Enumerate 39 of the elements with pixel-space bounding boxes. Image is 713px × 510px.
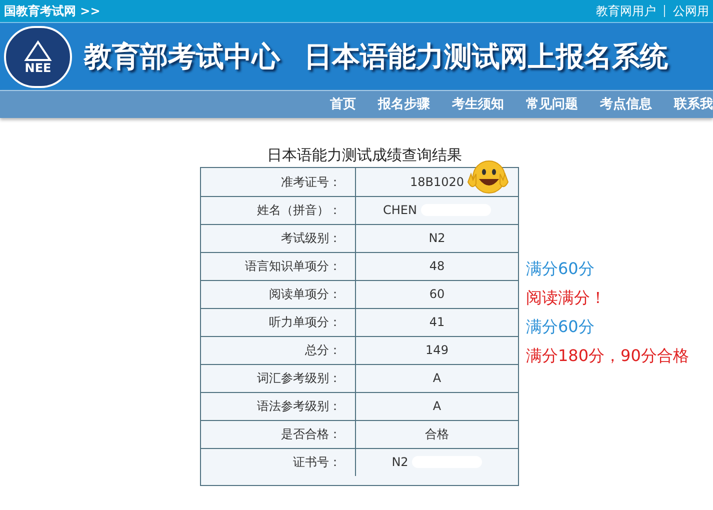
nav-link[interactable]: 报名步骤: [378, 94, 430, 114]
annotation-note: 满分60分: [526, 316, 594, 338]
header-title: 教育部考试中心: [84, 38, 280, 74]
annotation-note: 满分60分: [526, 258, 594, 280]
field-value: 41: [429, 314, 445, 331]
field-value: 18B1020: [410, 174, 464, 190]
nav-link[interactable]: 首页: [330, 94, 356, 114]
field-label: 语法参考级别：: [201, 392, 356, 420]
field-label: 证书号：: [201, 448, 356, 476]
field-value: 60: [429, 286, 445, 303]
field-value: N2: [428, 230, 446, 247]
field-value: A: [432, 370, 442, 387]
top-link[interactable]: 国教育考试网 >>: [4, 2, 100, 20]
field-label: 是否合格：: [201, 420, 356, 448]
field-label: 听力单项分：: [201, 308, 356, 336]
field-value: 149: [426, 342, 448, 359]
field-value: 合格: [425, 426, 449, 443]
field-value: A: [432, 398, 442, 415]
nav-link[interactable]: 常见问题: [526, 94, 578, 114]
field-label: 阅读单项分：: [201, 280, 356, 308]
top-link[interactable]: 教育网用户: [596, 2, 656, 20]
field-label: 词汇参考级别：: [201, 364, 356, 392]
nav-link[interactable]: 考生须知: [452, 94, 504, 114]
field-value: 48: [429, 258, 445, 275]
field-label: 语言知识单项分：: [201, 252, 356, 280]
field-label: 总分：: [201, 336, 356, 364]
field-value: CHEN: [383, 202, 417, 219]
logo-emblem: NEE: [4, 26, 72, 88]
field-value: N2: [392, 454, 408, 471]
annotation-note: 满分180分，90分合格: [526, 344, 689, 366]
annotation-note: 阅读满分！: [526, 286, 606, 308]
result-title: 日本语能力测试成绩查询结果: [267, 145, 462, 166]
header-title: 日本语能力测试网上报名系统: [304, 38, 668, 74]
top-link[interactable]: 公网用: [673, 2, 709, 20]
field-label: 准考证号：: [201, 168, 356, 196]
field-label: 姓名（拼音）：: [201, 196, 356, 224]
field-label: 考试级别：: [201, 224, 356, 252]
nav-link[interactable]: 联系我: [674, 94, 713, 114]
nav-link[interactable]: 考点信息: [600, 94, 652, 114]
